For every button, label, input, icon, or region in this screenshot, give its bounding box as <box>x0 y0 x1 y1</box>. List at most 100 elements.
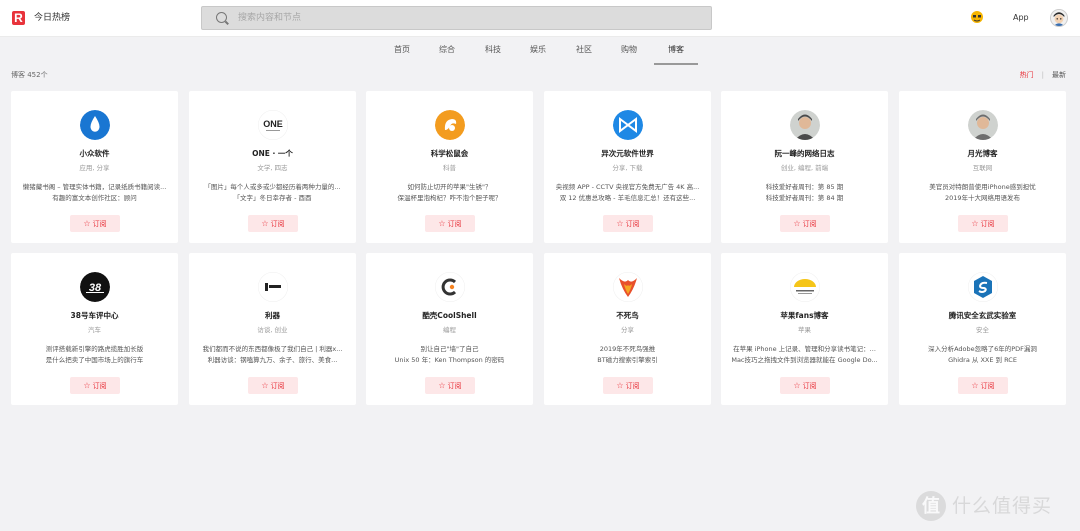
blog-name[interactable]: 38号车评中心 <box>11 310 178 321</box>
blog-name[interactable]: 阮一峰的网络日志 <box>721 148 888 159</box>
blog-card[interactable]: 不死鸟分享 2019年不死鸟强推 BT磁力搜索引擎索引 ☆ 订阅 <box>544 253 711 405</box>
subscribe-label: 订阅 <box>270 220 285 228</box>
blog-card[interactable]: ONE ONE · 一个 文学, 四志「图片」每个人或多或少都经历着两种力量的...… <box>189 91 356 243</box>
phoenix-icon[interactable] <box>613 272 643 302</box>
squirrel-icon[interactable] <box>435 110 465 140</box>
sort-controls: 热门 | 最新 <box>1020 70 1066 80</box>
post-title[interactable]: 「图片」每个人或多或少都经历着两种力量的... <box>197 182 348 193</box>
blog-latest-posts: 央视频 APP - CCTV 央视官方免费无广告 4K 高... 双 12 优惠总… <box>552 182 703 204</box>
drop-icon[interactable] <box>80 110 110 140</box>
post-title[interactable]: 是什么把卖了中国市场上的旗行车 <box>19 355 170 366</box>
subscribe-button[interactable]: ☆ 订阅 <box>603 215 653 232</box>
subscribe-button[interactable]: ☆ 订阅 <box>70 377 120 394</box>
blog-card[interactable]: 酷壳CoolShell 编程 别让自己"墙"了自己 Unix 50 年：Ken Tho… <box>366 253 533 405</box>
coolshell-icon[interactable] <box>435 272 465 302</box>
blog-name[interactable]: 不死鸟 <box>544 310 711 321</box>
portrait-icon[interactable] <box>968 110 998 140</box>
post-title[interactable]: 别让自己"墙"了自己 <box>374 344 525 355</box>
liqi-logo-icon[interactable] <box>258 272 288 302</box>
blog-card[interactable]: 阮一峰的网络日志 创业, 编程, 前端科技爱好者周刊：第 85 期科技爱好者周刊：… <box>721 91 888 243</box>
subscribe-button[interactable]: ☆ 订阅 <box>780 377 830 394</box>
site-logo-icon[interactable]: R <box>12 11 25 25</box>
blog-name[interactable]: ONE · 一个 <box>189 148 356 159</box>
subscribe-button[interactable]: ☆ 订阅 <box>70 215 120 232</box>
post-title[interactable]: 双 12 优惠总攻略 - 羊毛信息汇总！还有这些... <box>552 193 703 204</box>
post-title[interactable]: 央视频 APP - CCTV 央视官方免费无广告 4K 高... <box>552 182 703 193</box>
blog-card[interactable]: 腾讯安全玄武实验室 安全 深入分析Adobe忽略了6年的PDF漏洞 Ghidra 从 … <box>899 253 1066 405</box>
post-title[interactable]: 科技爱好者周刊：第 84 期 <box>729 193 880 204</box>
tab-general[interactable]: 综合 <box>439 43 455 57</box>
portrait-icon[interactable] <box>790 110 820 140</box>
mascot-icon[interactable] <box>970 10 984 24</box>
subscribe-button[interactable]: ☆ 订阅 <box>603 377 653 394</box>
blog-name[interactable]: 苹果fans博客 <box>721 310 888 321</box>
blog-category: 文学, 四志 <box>257 164 288 172</box>
user-avatar[interactable] <box>1050 9 1068 27</box>
tab-tech[interactable]: 科技 <box>485 43 501 57</box>
subscribe-button[interactable]: ☆ 订阅 <box>248 377 298 394</box>
blog-card[interactable]: 利器 访谈, 创业 我们都而不说的东西都像极了我们自己 | 利器x... 利器访谈：钢… <box>189 253 356 405</box>
blog-name[interactable]: 小众软件 <box>11 148 178 159</box>
post-title[interactable]: 2019年不死鸟强推 <box>552 344 703 355</box>
tab-blog[interactable]: 博客 <box>668 43 684 57</box>
blog-card[interactable]: 苹果fans博客 苹果 在苹果 iPhone 上记录、管理和分享读书笔记：... Ma… <box>721 253 888 405</box>
post-title[interactable]: 如何防止切开的苹果"生锈"？ <box>374 182 525 193</box>
blog-name[interactable]: 科学松鼠会 <box>366 148 533 159</box>
fan-logo-icon[interactable] <box>790 272 820 302</box>
tab-shopping[interactable]: 购物 <box>621 43 637 57</box>
star-icon: ☆ <box>83 219 91 228</box>
post-title[interactable]: 科技爱好者周刊：第 85 期 <box>729 182 880 193</box>
subscribe-button[interactable]: ☆ 订阅 <box>958 377 1008 394</box>
post-title[interactable]: 在苹果 iPhone 上记录、管理和分享读书笔记：... <box>729 344 880 355</box>
blog-name[interactable]: 腾讯安全玄武实验室 <box>899 310 1066 321</box>
star-icon: ☆ <box>616 381 624 390</box>
search-bar[interactable] <box>201 6 712 30</box>
post-title[interactable]: 懒猪藏书阁 – 管理实体书籍，记录纸质书籍阅读... <box>19 182 170 193</box>
blog-name[interactable]: 酷壳CoolShell <box>366 310 533 321</box>
tab-community[interactable]: 社区 <box>576 43 592 57</box>
bowtie-icon[interactable] <box>613 110 643 140</box>
sort-new-link[interactable]: 最新 <box>1052 71 1066 79</box>
post-title[interactable]: 利器访谈：钢嗑算九万、余子、旅行、美食... <box>197 355 348 366</box>
subscribe-button[interactable]: ☆ 订阅 <box>958 215 1008 232</box>
blog-card[interactable]: 月光博客互联网美官员对特朗普使用iPhone感到担忧 2019年十大网络用语发布 ☆… <box>899 91 1066 243</box>
tab-entertainment[interactable]: 娱乐 <box>530 43 546 57</box>
post-title[interactable]: 2019年十大网络用语发布 <box>907 193 1058 204</box>
search-input[interactable] <box>238 10 698 26</box>
post-title[interactable]: 我们都而不说的东西都像极了我们自己 | 利器x... <box>197 344 348 355</box>
post-title[interactable]: 测评搭载新引擎的路虎揽胜加长版 <box>19 344 170 355</box>
blog-name[interactable]: 异次元软件世界 <box>544 148 711 159</box>
post-title[interactable]: Unix 50 年：Ken Thompson 的密码 <box>374 355 525 366</box>
post-title[interactable]: 「文字」冬日幸存者 - 酉酉 <box>197 193 348 204</box>
post-title[interactable]: 有趣的富文本创作社区：顾问 <box>19 193 170 204</box>
blog-name[interactable]: 月光博客 <box>899 148 1066 159</box>
blog-category: 分享 <box>621 326 634 334</box>
blog-card[interactable]: 科学松鼠会 科普 如何防止切开的苹果"生锈"？ 保温杯里泡枸杞？咋不泡个胆子呢？ ☆ 订阅 <box>366 91 533 243</box>
subscribe-label: 订阅 <box>980 382 995 390</box>
blog-name[interactable]: 利器 <box>189 310 356 321</box>
subscribe-button[interactable]: ☆ 订阅 <box>780 215 830 232</box>
blog-card[interactable]: 小众软件 应用, 分享 懒猪藏书阁 – 管理实体书籍，记录纸质书籍阅读... 有趣的富… <box>11 91 178 243</box>
tab-home[interactable]: 首页 <box>394 43 410 57</box>
star-icon: ☆ <box>971 381 979 390</box>
post-title[interactable]: Mac技巧之拖拽文件到浏览器就能在 Google Do... <box>729 355 880 366</box>
post-title[interactable]: 保温杯里泡枸杞？咋不泡个胆子呢？ <box>374 193 525 204</box>
subscribe-label: 订阅 <box>92 220 107 228</box>
post-title[interactable]: 深入分析Adobe忽略了6年的PDF漏洞 <box>907 344 1058 355</box>
sort-hot-link[interactable]: 热门 <box>1020 71 1034 79</box>
post-title[interactable]: Ghidra 从 XXE 到 RCE <box>907 355 1058 366</box>
blog-card[interactable]: 异次元软件世界 分享, 下载 央视频 APP - CCTV 央视官方免费无广告 4K… <box>544 91 711 243</box>
post-title[interactable]: 美官员对特朗普使用iPhone感到担忧 <box>907 182 1058 193</box>
38-logo-icon[interactable]: 38 <box>80 272 110 302</box>
blog-category: 创业, 编程, 前端 <box>780 164 829 172</box>
xuanwu-icon[interactable] <box>968 272 998 302</box>
blog-category: 互联网 <box>972 164 993 172</box>
subscribe-button[interactable]: ☆ 订阅 <box>425 377 475 394</box>
site-title[interactable]: 今日热榜 <box>34 11 70 25</box>
blog-card[interactable]: 38 38号车评中心 汽车 测评搭载新引擎的路虎揽胜加长版 是什么把卖了中国市场上的旗行… <box>11 253 178 405</box>
post-title[interactable]: BT磁力搜索引擎索引 <box>552 355 703 366</box>
app-download-link[interactable]: App <box>1013 12 1029 24</box>
one-logo-icon[interactable]: ONE <box>258 110 288 140</box>
subscribe-button[interactable]: ☆ 订阅 <box>425 215 475 232</box>
subscribe-button[interactable]: ☆ 订阅 <box>248 215 298 232</box>
